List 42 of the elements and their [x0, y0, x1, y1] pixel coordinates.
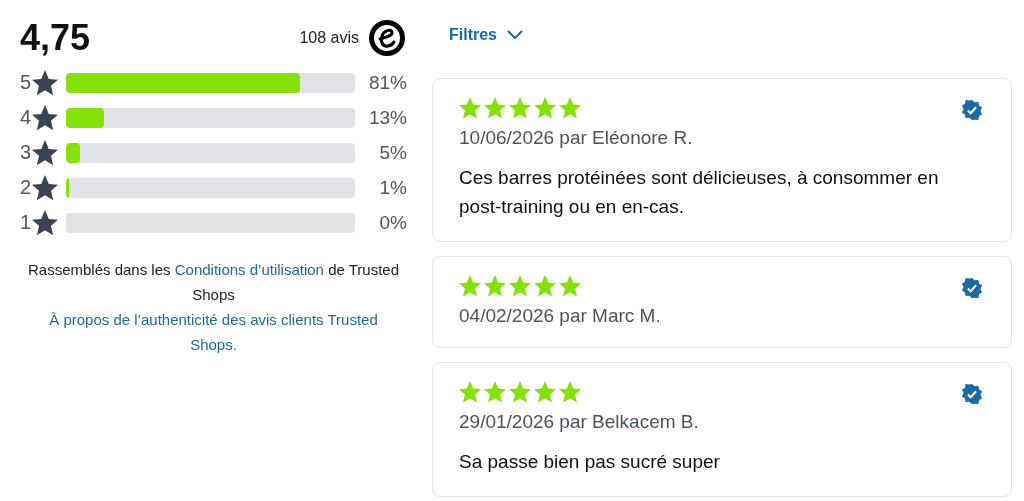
- review-count: 108 avis: [299, 29, 359, 47]
- star-icon: [509, 381, 531, 403]
- rating-percent: 13%: [367, 106, 407, 129]
- star-icon: [534, 97, 556, 119]
- rating-percent: 1%: [378, 176, 407, 199]
- review-byline: 29/01/2026 par Belkacem B.: [459, 411, 700, 433]
- star-icon: [32, 209, 58, 236]
- star-level-label: 4: [20, 106, 32, 129]
- review-text: Ces barres protéinées sont délicieuses, à consommer en post-training ou en en-cas.: [459, 166, 940, 219]
- star-icon: [32, 69, 58, 96]
- star-icon: [559, 381, 581, 403]
- star-icon: [32, 139, 58, 166]
- star-icon: [484, 275, 506, 297]
- notice-text: Rassemblés dans les Conditions d’utilisation de Trusted Shops: [26, 260, 400, 305]
- star-icon: [534, 275, 556, 297]
- average-score: 4,75: [20, 17, 91, 59]
- star-icon: [484, 381, 506, 403]
- review-text: Sa passe bien pas sucré super: [459, 450, 721, 474]
- rating-percent: 5%: [378, 141, 407, 164]
- star-level-label: 2: [20, 176, 32, 199]
- trusted-shops-logo-icon: [369, 20, 405, 56]
- star-icon: [509, 97, 531, 119]
- star-icon: [459, 381, 481, 403]
- star-icon: [32, 174, 58, 201]
- star-level-label: 1: [20, 211, 32, 234]
- star-icon: [484, 97, 506, 119]
- rating-percent: 81%: [367, 71, 407, 94]
- star-icon: [534, 381, 556, 403]
- star-icon: [459, 275, 481, 297]
- star-icon: [559, 97, 581, 119]
- terms-link[interactable]: Conditions d’utilisation: [174, 261, 324, 278]
- filter-button[interactable]: Filtres: [432, 18, 540, 52]
- star-level-label: 5: [20, 71, 32, 94]
- star-icon: [32, 104, 58, 131]
- star-icon: [559, 275, 581, 297]
- rating-percent: 0%: [378, 211, 407, 234]
- star-icon: [459, 97, 481, 119]
- star-level-label: 3: [20, 141, 32, 164]
- authenticity-link[interactable]: À propos de l’authenticité des avis clients Trusted Shops.: [40, 307, 387, 357]
- review-byline: 04/02/2026 par Marc M.: [459, 305, 662, 327]
- review-byline: 10/06/2026 par Eléonore R.: [459, 127, 694, 149]
- star-icon: [509, 275, 531, 297]
